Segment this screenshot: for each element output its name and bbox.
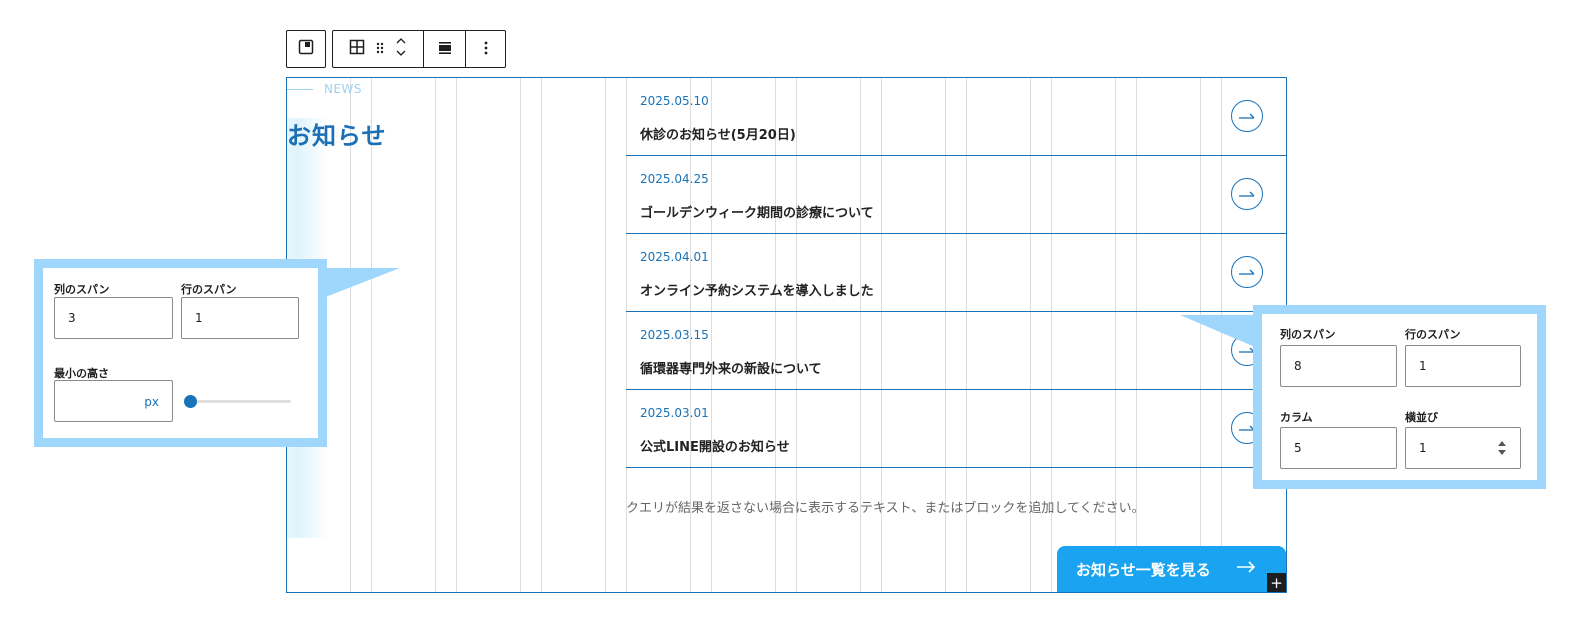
min-height-label: 最小の高さ — [54, 367, 109, 380]
left-grid-item-settings: 列のスパン 行のスパン 3 1 最小の高さ px — [34, 259, 327, 447]
col-span-input[interactable]: 3 — [54, 297, 173, 339]
right-grid-settings: 列のスパン 行のスパン 8 1 カラム 横並び 5 1 — [1253, 305, 1546, 489]
row-label: 横並び — [1405, 411, 1438, 424]
row-span-label: 行のスパン — [181, 283, 237, 296]
columns-input[interactable]: 5 — [1280, 427, 1397, 469]
col-span-label: 列のスパン — [1280, 328, 1336, 341]
row-input[interactable]: 1 — [1405, 427, 1521, 469]
min-height-slider-track[interactable] — [191, 400, 291, 403]
col-span-label: 列のスパン — [54, 283, 110, 296]
row-value: 1 — [1419, 441, 1427, 455]
col-span-input[interactable]: 8 — [1280, 345, 1397, 387]
spinner-icon[interactable] — [1497, 439, 1507, 460]
row-span-input[interactable]: 1 — [181, 297, 299, 339]
min-height-input[interactable]: px — [54, 380, 173, 422]
min-height-unit[interactable]: px — [144, 395, 159, 409]
min-height-slider-thumb[interactable] — [184, 395, 197, 408]
columns-label: カラム — [1280, 411, 1313, 424]
row-span-input[interactable]: 1 — [1405, 345, 1521, 387]
row-span-label: 行のスパン — [1405, 328, 1461, 341]
